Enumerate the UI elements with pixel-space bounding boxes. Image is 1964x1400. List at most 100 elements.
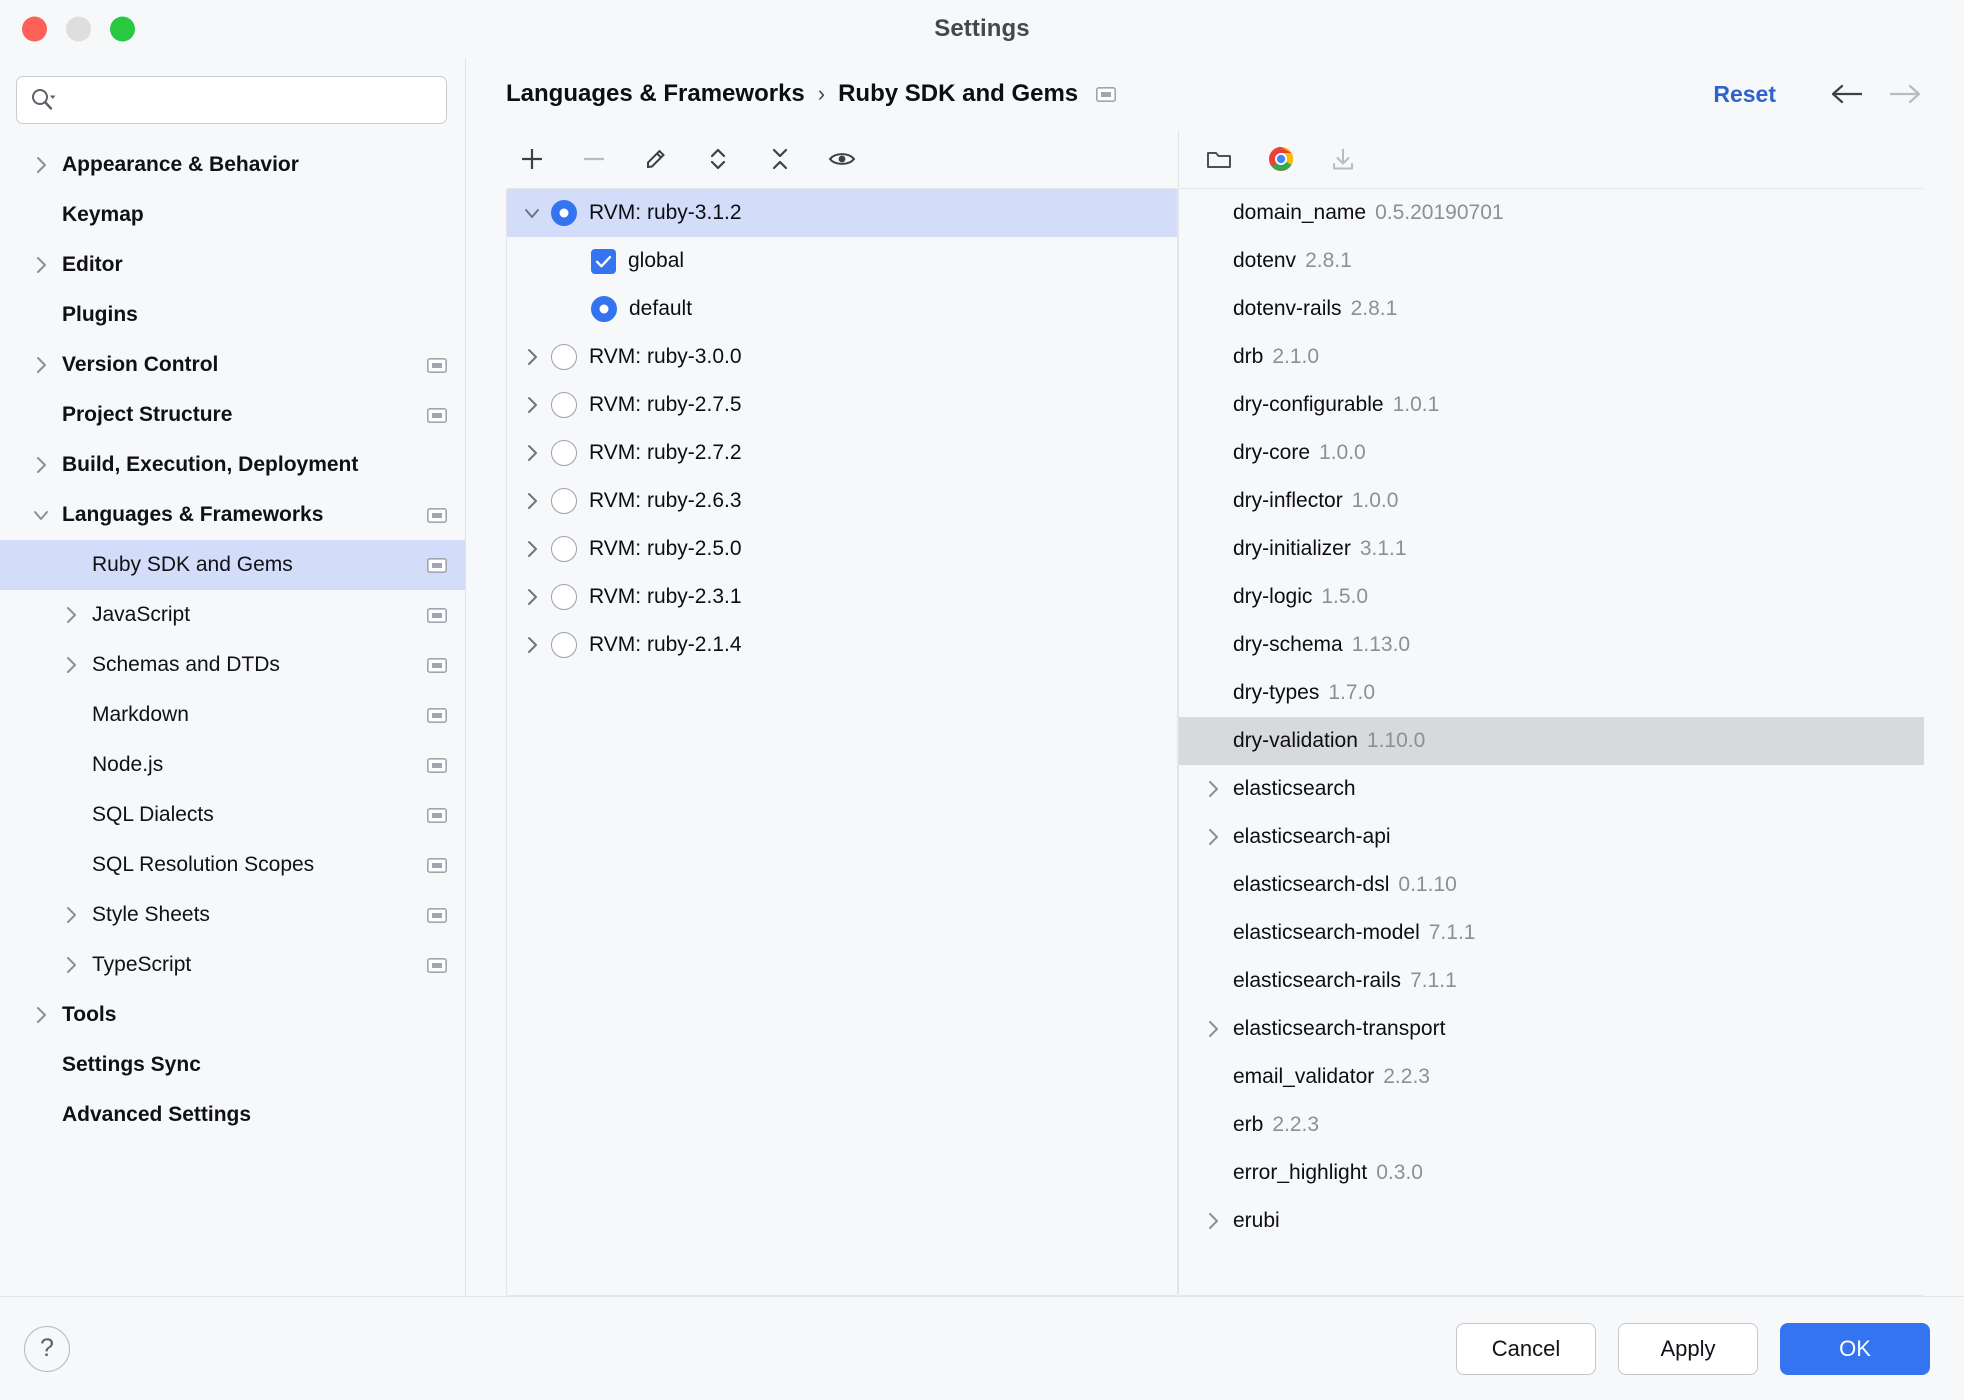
apply-button[interactable]: Apply bbox=[1618, 1322, 1758, 1375]
sidebar-item-keymap[interactable]: Keymap bbox=[0, 190, 465, 240]
sidebar-item-tools[interactable]: Tools bbox=[0, 990, 465, 1040]
sidebar-expand-toggle[interactable] bbox=[28, 152, 54, 178]
sdk-radio-button[interactable] bbox=[551, 584, 577, 610]
sdk-tree-row[interactable]: global bbox=[507, 237, 1177, 285]
gem-list-item[interactable]: dry-core 1.0.0 bbox=[1179, 429, 1924, 477]
expand-all-button[interactable] bbox=[692, 137, 744, 181]
reset-button[interactable]: Reset bbox=[1713, 81, 1776, 108]
ok-button[interactable]: OK bbox=[1780, 1322, 1930, 1375]
sdk-tree-row[interactable]: RVM: ruby-3.0.0 bbox=[507, 333, 1177, 381]
gem-expand-toggle[interactable] bbox=[1199, 823, 1227, 851]
gem-list-item[interactable]: erb 2.2.3 bbox=[1179, 1101, 1924, 1149]
sidebar-item-markdown[interactable]: Markdown bbox=[0, 690, 465, 740]
remove-sdk-button[interactable] bbox=[568, 137, 620, 181]
sidebar-item-ruby-sdk-and-gems[interactable]: Ruby SDK and Gems bbox=[0, 540, 465, 590]
sidebar-expand-toggle[interactable] bbox=[28, 452, 54, 478]
sdk-expand-toggle[interactable] bbox=[519, 440, 545, 466]
zoom-window-icon[interactable] bbox=[110, 16, 135, 42]
sdk-expand-toggle[interactable] bbox=[519, 536, 545, 562]
sdk-expand-toggle[interactable] bbox=[519, 200, 545, 226]
back-button[interactable] bbox=[1822, 72, 1876, 116]
sdk-tree-row[interactable]: RVM: ruby-2.7.5 bbox=[507, 381, 1177, 429]
gem-expand-toggle[interactable] bbox=[1199, 1015, 1227, 1043]
gem-list-item[interactable]: dry-types 1.7.0 bbox=[1179, 669, 1924, 717]
sdk-radio-button[interactable] bbox=[591, 296, 617, 322]
sidebar-item-javascript[interactable]: JavaScript bbox=[0, 590, 465, 640]
gem-list-item[interactable]: dry-initializer 3.1.1 bbox=[1179, 525, 1924, 573]
gem-expand-toggle[interactable] bbox=[1199, 1207, 1227, 1235]
sidebar-item-version-control[interactable]: Version Control bbox=[0, 340, 465, 390]
show-details-button[interactable] bbox=[816, 137, 868, 181]
gem-list-item[interactable]: elasticsearch bbox=[1179, 765, 1924, 813]
gemset-checkbox[interactable] bbox=[591, 248, 616, 274]
sdk-expand-toggle[interactable] bbox=[519, 488, 545, 514]
sdk-tree[interactable]: RVM: ruby-3.1.2 global default RVM: ruby-3.… bbox=[506, 188, 1178, 1296]
sdk-radio-button[interactable] bbox=[551, 440, 577, 466]
gem-list-item[interactable]: domain_name 0.5.20190701 bbox=[1179, 189, 1924, 237]
sidebar-item-schemas-and-dtds[interactable]: Schemas and DTDs bbox=[0, 640, 465, 690]
sidebar-expand-toggle[interactable] bbox=[58, 652, 84, 678]
sidebar-item-appearance-behavior[interactable]: Appearance & Behavior bbox=[0, 140, 465, 190]
install-gem-button[interactable] bbox=[1317, 137, 1369, 181]
sdk-expand-toggle[interactable] bbox=[519, 632, 545, 658]
gem-list-item[interactable]: dry-inflector 1.0.0 bbox=[1179, 477, 1924, 525]
add-sdk-button[interactable] bbox=[506, 137, 558, 181]
gem-list-item[interactable]: dotenv-rails 2.8.1 bbox=[1179, 285, 1924, 333]
gem-list-item[interactable]: elasticsearch-rails 7.1.1 bbox=[1179, 957, 1924, 1005]
gems-list[interactable]: domain_name 0.5.20190701 dotenv 2.8.1 dotenv… bbox=[1178, 188, 1924, 1296]
sidebar-expand-toggle[interactable] bbox=[28, 502, 54, 528]
gem-list-item[interactable]: elasticsearch-dsl 0.1.10 bbox=[1179, 861, 1924, 909]
sidebar-expand-toggle[interactable] bbox=[28, 352, 54, 378]
gem-list-item[interactable]: email_validator 2.2.3 bbox=[1179, 1053, 1924, 1101]
sidebar-expand-toggle[interactable] bbox=[58, 602, 84, 628]
gem-list-item[interactable]: drb 2.1.0 bbox=[1179, 333, 1924, 381]
sidebar-expand-toggle[interactable] bbox=[58, 952, 84, 978]
sidebar-item-advanced-settings[interactable]: Advanced Settings bbox=[0, 1090, 465, 1140]
sidebar-item-settings-sync[interactable]: Settings Sync bbox=[0, 1040, 465, 1090]
sidebar-item-sql-resolution-scopes[interactable]: SQL Resolution Scopes bbox=[0, 840, 465, 890]
sidebar-item-style-sheets[interactable]: Style Sheets bbox=[0, 890, 465, 940]
collapse-all-button[interactable] bbox=[754, 137, 806, 181]
sidebar-item-plugins[interactable]: Plugins bbox=[0, 290, 465, 340]
sdk-tree-row[interactable]: RVM: ruby-3.1.2 bbox=[507, 189, 1177, 237]
edit-sdk-button[interactable] bbox=[630, 137, 682, 181]
sidebar-item-build-execution-deployment[interactable]: Build, Execution, Deployment bbox=[0, 440, 465, 490]
close-window-icon[interactable] bbox=[22, 16, 47, 42]
gem-expand-toggle[interactable] bbox=[1199, 775, 1227, 803]
gem-list-item[interactable]: dry-logic 1.5.0 bbox=[1179, 573, 1924, 621]
help-button[interactable]: ? bbox=[24, 1325, 70, 1372]
sdk-tree-row[interactable]: RVM: ruby-2.7.2 bbox=[507, 429, 1177, 477]
gem-list-item[interactable]: dry-validation 1.10.0 bbox=[1179, 717, 1924, 765]
breadcrumb-parent[interactable]: Languages & Frameworks bbox=[506, 80, 805, 108]
sdk-tree-row[interactable]: RVM: ruby-2.3.1 bbox=[507, 573, 1177, 621]
gem-list-item[interactable]: elasticsearch-model 7.1.1 bbox=[1179, 909, 1924, 957]
sdk-tree-row[interactable]: default bbox=[507, 285, 1177, 333]
sdk-tree-row[interactable]: RVM: ruby-2.5.0 bbox=[507, 525, 1177, 573]
sidebar-item-languages-frameworks[interactable]: Languages & Frameworks bbox=[0, 490, 465, 540]
search-box[interactable] bbox=[16, 76, 447, 124]
sidebar-item-node-js[interactable]: Node.js bbox=[0, 740, 465, 790]
open-in-browser-button[interactable] bbox=[1255, 137, 1307, 181]
sdk-expand-toggle[interactable] bbox=[519, 344, 545, 370]
gem-list-item[interactable]: elasticsearch-api bbox=[1179, 813, 1924, 861]
sidebar-item-project-structure[interactable]: Project Structure bbox=[0, 390, 465, 440]
sdk-radio-button[interactable] bbox=[551, 536, 577, 562]
sdk-radio-button[interactable] bbox=[551, 488, 577, 514]
sdk-radio-button[interactable] bbox=[551, 632, 577, 658]
sdk-expand-toggle[interactable] bbox=[519, 392, 545, 418]
sdk-radio-button[interactable] bbox=[551, 344, 577, 370]
gem-list-item[interactable]: dotenv 2.8.1 bbox=[1179, 237, 1924, 285]
sidebar-expand-toggle[interactable] bbox=[58, 902, 84, 928]
gem-list-item[interactable]: dry-schema 1.13.0 bbox=[1179, 621, 1924, 669]
sdk-tree-row[interactable]: RVM: ruby-2.6.3 bbox=[507, 477, 1177, 525]
sdk-radio-button[interactable] bbox=[551, 392, 577, 418]
sidebar-item-sql-dialects[interactable]: SQL Dialects bbox=[0, 790, 465, 840]
gem-list-item[interactable]: erubi bbox=[1179, 1197, 1924, 1245]
open-gem-folder-button[interactable] bbox=[1193, 137, 1245, 181]
sdk-radio-button[interactable] bbox=[551, 200, 577, 226]
sidebar-expand-toggle[interactable] bbox=[28, 252, 54, 278]
sidebar-expand-toggle[interactable] bbox=[28, 1002, 54, 1028]
cancel-button[interactable]: Cancel bbox=[1456, 1322, 1596, 1375]
sdk-expand-toggle[interactable] bbox=[519, 584, 545, 610]
gem-list-item[interactable]: error_highlight 0.3.0 bbox=[1179, 1149, 1924, 1197]
